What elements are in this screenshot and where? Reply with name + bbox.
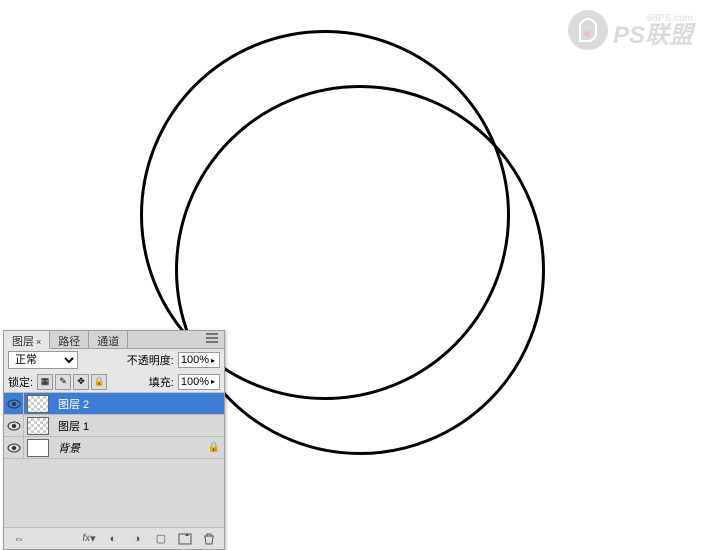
- watermark-brand: PS联盟: [613, 24, 693, 48]
- group-icon[interactable]: ▢: [152, 531, 170, 547]
- fill-value: 100%: [181, 376, 209, 388]
- blend-mode-select[interactable]: 正常: [8, 351, 78, 369]
- chevron-right-icon[interactable]: ▸: [209, 377, 217, 386]
- empty-area: [4, 459, 224, 527]
- watermark-logo: [568, 10, 608, 50]
- eye-icon: [7, 443, 21, 453]
- adjustment-icon[interactable]: ◑: [128, 531, 146, 547]
- watermark: 68PS.com PS联盟: [568, 10, 693, 50]
- circle-shape-2: [175, 85, 545, 455]
- tab-paths[interactable]: 路径: [50, 331, 89, 348]
- lock-fill-row: 锁定: ▦ ✎ ✥ 🔒 填充: 100% ▸: [4, 371, 224, 393]
- blend-opacity-row: 正常 不透明度: 100% ▸: [4, 349, 224, 371]
- panel-footer: ⇔ fx▾ ◐ ◑ ▢: [4, 527, 224, 549]
- tab-layers-label: 图层: [12, 336, 34, 348]
- lock-transparency-icon[interactable]: ▦: [37, 374, 53, 390]
- close-icon[interactable]: ×: [36, 337, 41, 347]
- layer-name[interactable]: 图层 1: [52, 418, 224, 434]
- lock-icon: 🔒: [204, 442, 224, 453]
- visibility-toggle[interactable]: [4, 415, 24, 436]
- layer-thumbnail: [27, 417, 49, 435]
- link-layers-icon[interactable]: ⇔: [10, 531, 28, 547]
- fx-icon[interactable]: fx▾: [80, 531, 98, 547]
- lock-pixels-icon[interactable]: ✎: [55, 374, 71, 390]
- layer-thumbnail: [27, 439, 49, 457]
- mask-icon[interactable]: ◐: [104, 531, 122, 547]
- lock-position-icon[interactable]: ✥: [73, 374, 89, 390]
- tab-layers[interactable]: 图层×: [4, 331, 50, 349]
- layer-item[interactable]: 图层 2: [4, 393, 224, 415]
- lock-all-icon[interactable]: 🔒: [91, 374, 107, 390]
- eye-icon: [7, 421, 21, 431]
- visibility-toggle[interactable]: [4, 393, 24, 414]
- chevron-right-icon[interactable]: ▸: [209, 356, 217, 365]
- layers-panel: 图层× 路径 通道 正常 不透明度: 100% ▸ 锁定: ▦ ✎ ✥ 🔒 填充…: [3, 330, 225, 550]
- layer-thumbnail: [27, 395, 49, 413]
- layer-name[interactable]: 背景: [52, 440, 204, 456]
- fill-label: 填充:: [149, 374, 174, 390]
- lock-label: 锁定:: [8, 374, 33, 390]
- layer-item[interactable]: 图层 1: [4, 415, 224, 437]
- panel-tabs: 图层× 路径 通道: [4, 331, 224, 349]
- layers-list: 图层 2 图层 1 背景 🔒: [4, 393, 224, 527]
- opacity-value: 100%: [181, 354, 209, 366]
- trash-icon[interactable]: [200, 531, 218, 547]
- layer-item[interactable]: 背景 🔒: [4, 437, 224, 459]
- layer-name[interactable]: 图层 2: [52, 396, 224, 412]
- opacity-input[interactable]: 100% ▸: [178, 352, 220, 368]
- fill-input[interactable]: 100% ▸: [178, 374, 220, 390]
- new-layer-icon[interactable]: [176, 531, 194, 547]
- panel-menu-icon[interactable]: [200, 331, 224, 348]
- opacity-label: 不透明度:: [127, 352, 174, 368]
- visibility-toggle[interactable]: [4, 437, 24, 458]
- tab-channels[interactable]: 通道: [89, 331, 128, 348]
- eye-icon: [7, 399, 21, 409]
